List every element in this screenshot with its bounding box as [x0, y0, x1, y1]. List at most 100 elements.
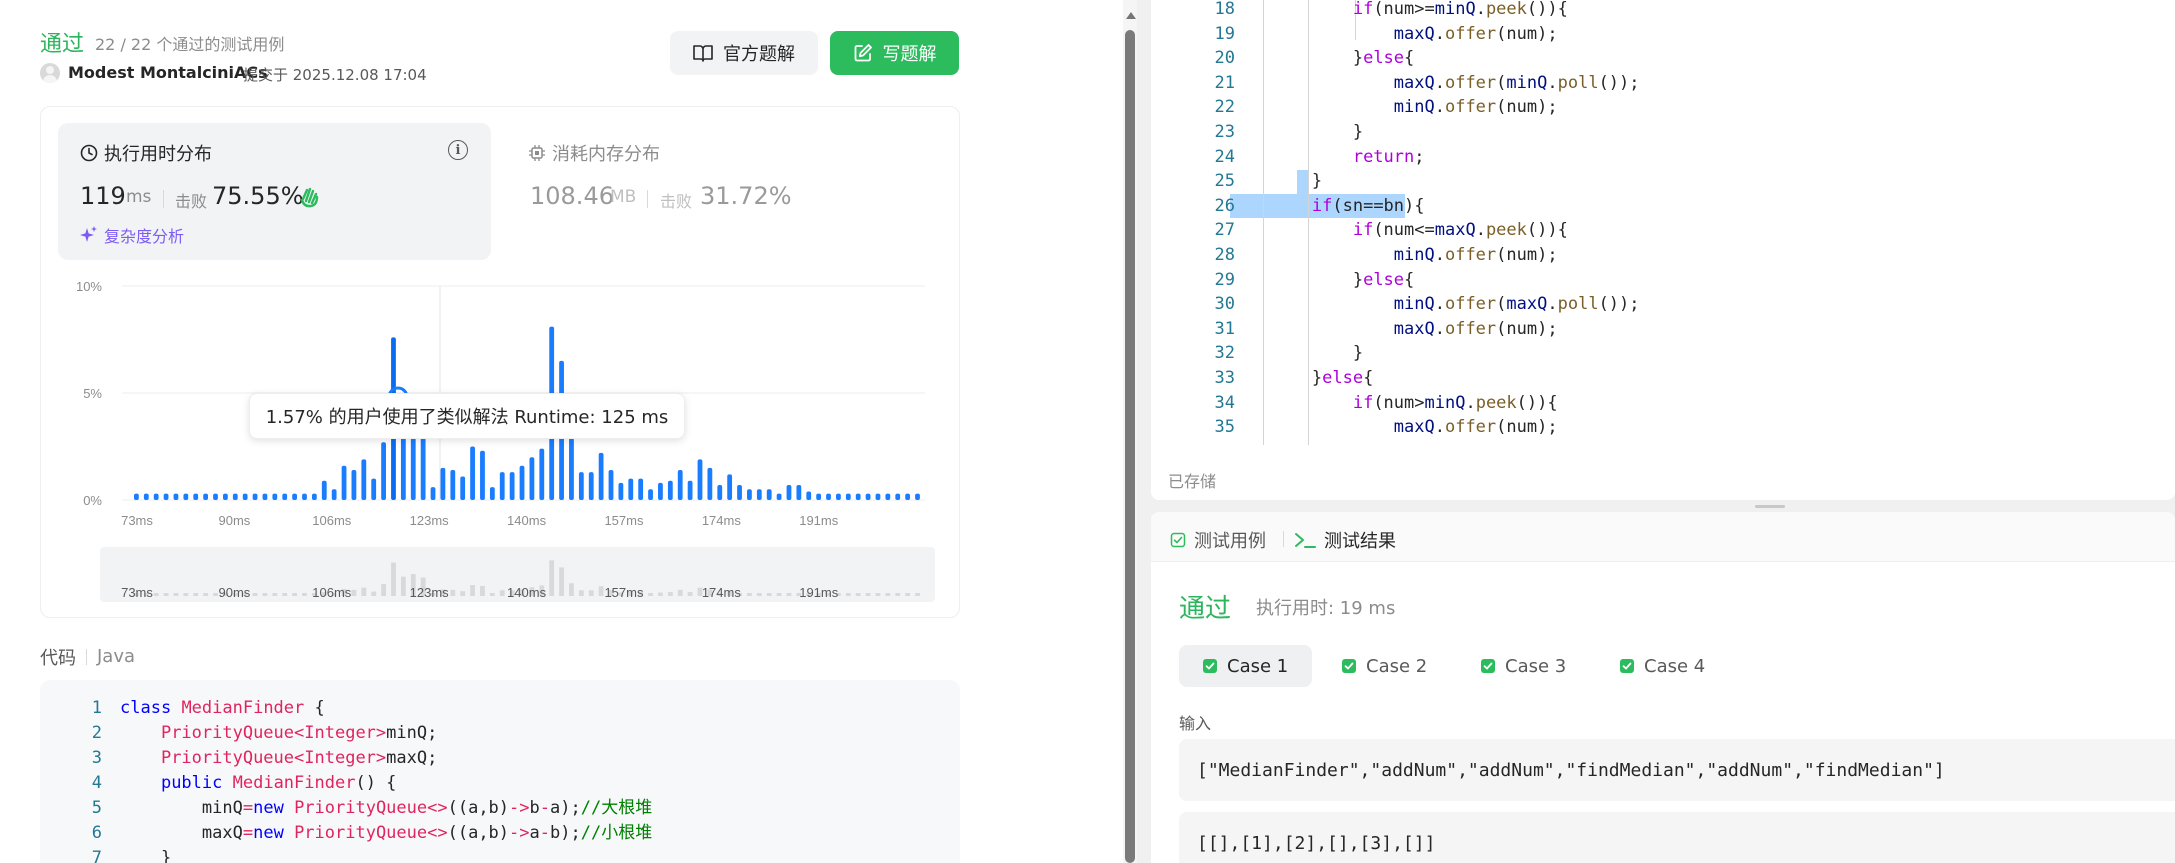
- tab-testcase-label: 测试用例: [1194, 531, 1266, 552]
- code-line: PriorityQueue<Integer>minQ;: [160, 723, 438, 743]
- x-tick-label: 174ms: [702, 513, 742, 528]
- runtime-beat-label: 击败: [175, 192, 208, 211]
- code-line: if(num>minQ.peek()){: [1352, 392, 1558, 413]
- y-tick-label: 0%: [83, 493, 102, 508]
- chart-bar: [895, 493, 901, 500]
- overview-bar: [351, 589, 357, 596]
- x-tick-label: 106ms: [312, 513, 352, 528]
- code-label: 代码: [40, 648, 76, 669]
- x-tick-label: 123ms: [410, 513, 450, 528]
- chart-bar: [806, 491, 812, 500]
- complexity-analysis-link[interactable]: 复杂度分析: [80, 223, 184, 247]
- input-value-2[interactable]: [[],[1],[2],[],[3],[]]: [1179, 812, 2175, 863]
- memory-beat-percent: 31.72%: [700, 182, 792, 210]
- line-number: 1: [91, 698, 102, 718]
- overview-tick-label: 123ms: [410, 585, 450, 600]
- chart-bar: [371, 478, 377, 500]
- chart-bar: [707, 467, 713, 500]
- chart-bar: [321, 480, 327, 500]
- code-line: }: [1311, 171, 1323, 192]
- overview-bar: [470, 585, 475, 596]
- code-line: maxQ.offer(num);: [1393, 23, 1558, 44]
- author-name[interactable]: Modest MontalciniACs: [68, 63, 268, 82]
- tab-testcase[interactable]: 测试用例: [1170, 527, 1266, 553]
- submission-panel: 通过 22 / 22 个通过的测试用例 Modest MontalciniACs…: [0, 0, 1123, 863]
- panel-resize-handle[interactable]: [1755, 505, 1785, 508]
- overview-tick-label: 90ms: [218, 585, 250, 600]
- chart-bar: [845, 493, 851, 500]
- editor-code-lines[interactable]: 18 if(num>=minQ.peek()){19 maxQ.offer(nu…: [1151, 0, 2175, 445]
- overview-bar: [667, 592, 673, 596]
- chart-bar: [480, 450, 485, 500]
- scrollbar-thumb[interactable]: [1125, 30, 1135, 863]
- runtime-distribution-chart[interactable]: 0% 5% 10% 73ms 90ms 106ms 123ms 140ms 157ms 174ms…: [60, 270, 940, 610]
- chart-bar: [687, 480, 693, 500]
- check-icon: [1620, 659, 1634, 673]
- case-tab-4-label: Case 4: [1644, 655, 1706, 677]
- chart-bar: [331, 489, 337, 500]
- case-tab-3[interactable]: Case 3: [1457, 645, 1590, 687]
- tab-result[interactable]: 测试结果: [1294, 527, 1396, 553]
- result-status: 通过: [1179, 594, 1232, 624]
- y-tick-label: 5%: [83, 386, 102, 401]
- runtime-unit: ms: [126, 187, 152, 207]
- chart-bar: [648, 489, 653, 500]
- chart-bar: [737, 485, 742, 500]
- chart-bar: [163, 493, 169, 500]
- scroll-up-arrow[interactable]: [1126, 12, 1136, 19]
- overview-bar: [361, 587, 367, 596]
- chart-bar: [727, 474, 733, 500]
- input-value-1[interactable]: ["MedianFinder","addNum","addNum","findM…: [1179, 739, 2175, 801]
- overview-bar: [282, 593, 288, 596]
- overview-tick-label: 106ms: [312, 585, 352, 600]
- panel-gutter[interactable]: [1137, 0, 1151, 863]
- official-solution-button[interactable]: 官方题解: [670, 31, 818, 75]
- chart-bar: [539, 448, 545, 500]
- code-line: maxQ.offer(num);: [1393, 318, 1558, 339]
- code-line: minQ=new PriorityQueue<>((a,b)->b-a);//大…: [201, 798, 653, 818]
- chart-bar: [855, 493, 861, 500]
- overview-bar: [183, 593, 189, 596]
- overview-tick-label: 191ms: [799, 585, 839, 600]
- chart-bar: [826, 493, 831, 500]
- overview-bar: [480, 585, 485, 596]
- code-header: 代码 Java: [40, 644, 135, 670]
- chart-bar: [618, 482, 624, 500]
- case-tab-4[interactable]: Case 4: [1596, 645, 1729, 687]
- code-line: if(num<=maxQ.peek()){: [1352, 220, 1568, 241]
- chart-bar: [529, 457, 535, 500]
- case-tab-1-label: Case 1: [1227, 655, 1289, 677]
- case-tab-2[interactable]: Case 2: [1318, 645, 1451, 687]
- overview-bar: [885, 593, 891, 596]
- avatar[interactable]: [40, 63, 60, 83]
- memory-title[interactable]: 消耗内存分布: [528, 140, 660, 166]
- code-line: minQ.offer(maxQ.poll());: [1393, 294, 1640, 315]
- overview-bar: [193, 593, 199, 596]
- chart-bar: [697, 459, 703, 500]
- result-runtime: 执行用时: 19 ms: [1256, 598, 1396, 619]
- checkbox-outline-icon: [1170, 532, 1186, 548]
- overview-bar: [153, 593, 159, 596]
- chart-bar: [183, 493, 189, 500]
- overview-bar: [371, 591, 377, 596]
- overview-bar: [687, 592, 693, 596]
- overview-bar: [173, 593, 179, 596]
- code-line: }: [160, 848, 172, 863]
- edit-icon: [854, 44, 872, 62]
- chart-bar: [717, 485, 723, 500]
- overview-bar: [766, 593, 772, 596]
- chart-bar: [786, 485, 792, 500]
- chart-bar: [677, 470, 683, 500]
- code-line: }else{: [1311, 368, 1374, 388]
- chart-bar: [667, 480, 673, 500]
- memory-beat-label: 击败: [660, 192, 693, 211]
- write-solution-button[interactable]: 写题解: [830, 31, 959, 75]
- info-icon[interactable]: i: [448, 140, 468, 160]
- overview-bar: [302, 593, 307, 596]
- overview-bar: [658, 592, 663, 596]
- overview-bar: [213, 593, 218, 596]
- case-tab-1[interactable]: Case 1: [1179, 645, 1313, 687]
- memory-value: 108.46: [530, 182, 614, 210]
- chart-bar: [865, 493, 871, 500]
- overview-bar: [391, 562, 396, 596]
